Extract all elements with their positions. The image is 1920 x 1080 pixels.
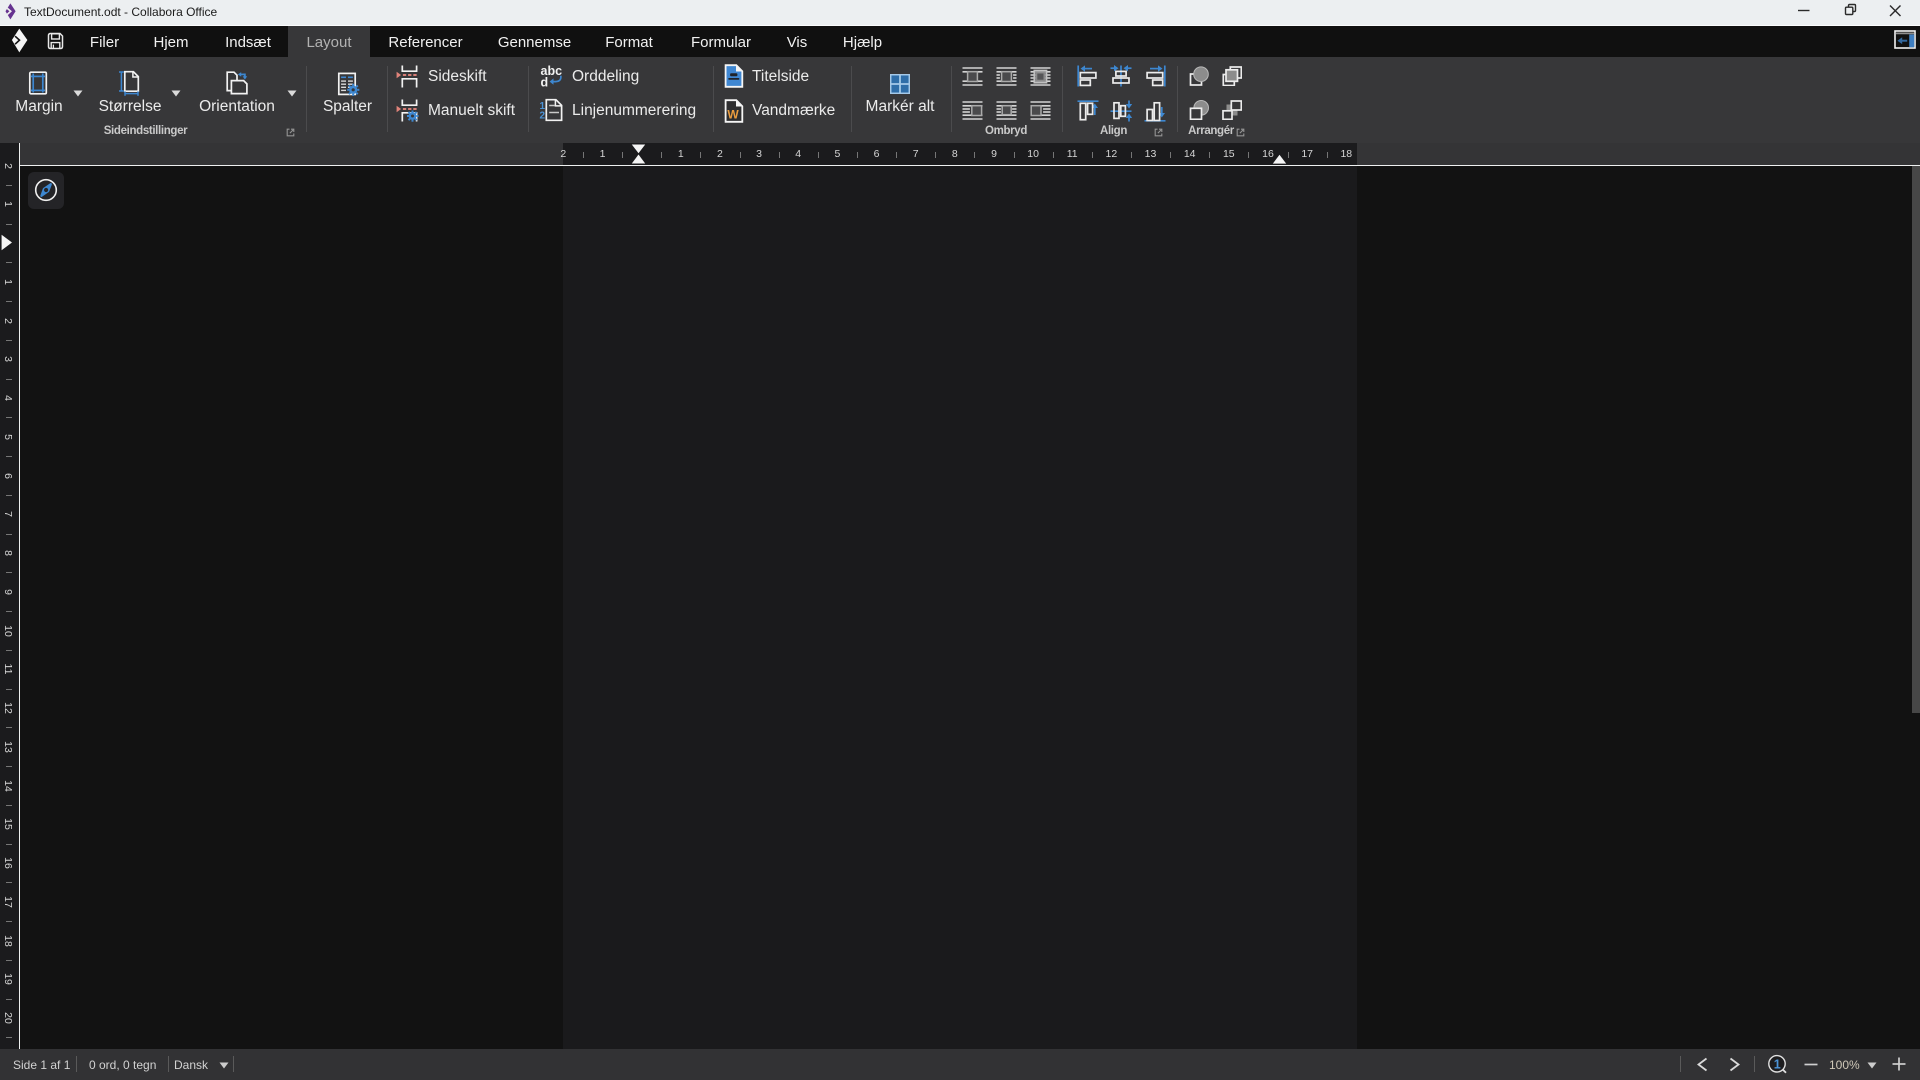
svg-text:1: 1 — [1774, 1057, 1781, 1071]
svg-text:2: 2 — [540, 111, 546, 122]
svg-text:d: d — [541, 76, 549, 90]
svg-text:W: W — [727, 107, 739, 121]
